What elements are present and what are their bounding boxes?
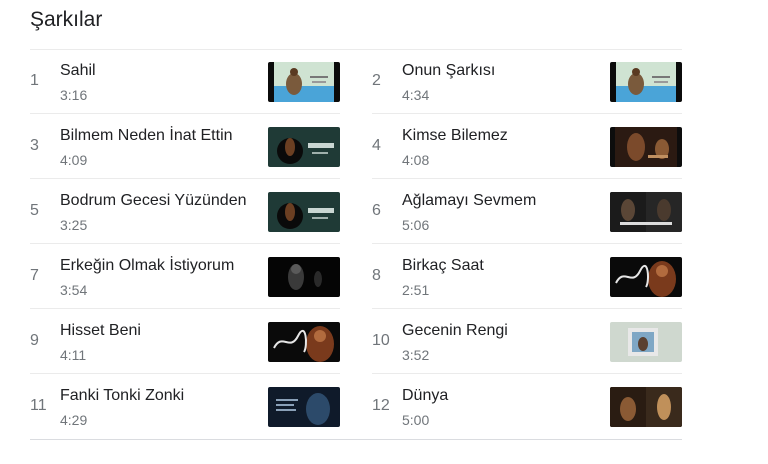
song-number: 2 <box>372 72 381 89</box>
song-duration: 3:25 <box>60 217 88 233</box>
song-thumbnail[interactable] <box>610 127 682 167</box>
song-title: Bilmem Neden İnat Ettin <box>60 127 233 144</box>
song-item[interactable]: 3 Bilmem Neden İnat Ettin 4:09 <box>30 115 340 179</box>
song-number: 7 <box>30 267 39 284</box>
song-number: 9 <box>30 332 39 349</box>
song-title: Fanki Tonki Zonki <box>60 387 185 404</box>
song-thumbnail[interactable] <box>610 387 682 427</box>
song-title: Erkeğin Olmak İstiyorum <box>60 257 235 274</box>
song-thumbnail[interactable] <box>268 257 340 297</box>
song-title: Hisset Beni <box>60 322 141 339</box>
song-thumbnail[interactable] <box>610 322 682 362</box>
song-number: 5 <box>30 202 39 219</box>
song-item[interactable]: 7 Erkeğin Olmak İstiyorum 3:54 <box>30 245 340 309</box>
song-item[interactable]: 8 Birkaç Saat 2:51 <box>372 245 682 309</box>
song-number: 11 <box>30 397 47 414</box>
song-number: 1 <box>30 72 39 89</box>
song-duration: 4:11 <box>60 347 87 363</box>
song-duration: 4:29 <box>60 412 88 428</box>
song-title: Kimse Bilemez <box>402 127 508 144</box>
song-duration: 5:06 <box>402 217 430 233</box>
song-number: 12 <box>372 397 390 414</box>
song-duration: 5:00 <box>402 412 430 428</box>
song-duration: 3:52 <box>402 347 430 363</box>
song-title: Gecenin Rengi <box>402 322 508 339</box>
song-thumbnail[interactable] <box>268 322 340 362</box>
song-number: 3 <box>30 137 39 154</box>
song-item[interactable]: 1 Sahil 3:16 <box>30 50 340 114</box>
song-title: Onun Şarkısı <box>402 62 496 79</box>
song-item[interactable]: 11 Fanki Tonki Zonki 4:29 <box>30 375 340 439</box>
song-duration: 2:51 <box>402 282 430 298</box>
song-title: Sahil <box>60 62 96 79</box>
song-thumbnail[interactable] <box>268 62 340 102</box>
song-title: Ağlamayı Sevmem <box>402 192 537 209</box>
song-item[interactable]: 4 Kimse Bilemez 4:08 <box>372 115 682 179</box>
song-duration: 3:54 <box>60 282 88 298</box>
song-duration: 3:16 <box>60 87 88 103</box>
song-duration: 4:34 <box>402 87 430 103</box>
song-thumbnail[interactable] <box>610 62 682 102</box>
song-number: 4 <box>372 137 381 154</box>
song-thumbnail[interactable] <box>268 192 340 232</box>
song-item[interactable]: 10 Gecenin Rengi 3:52 <box>372 310 682 374</box>
song-duration: 4:08 <box>402 152 430 168</box>
section-title: Şarkılar <box>30 8 103 31</box>
song-thumbnail[interactable] <box>610 192 682 232</box>
song-number: 8 <box>372 267 381 284</box>
bottom-divider <box>30 439 682 440</box>
song-title: Bodrum Gecesi Yüzünden <box>60 192 247 209</box>
song-number: 10 <box>372 332 390 349</box>
song-thumbnail[interactable] <box>610 257 682 297</box>
song-duration: 4:09 <box>60 152 88 168</box>
song-title: Birkaç Saat <box>402 257 484 274</box>
song-item[interactable]: 9 Hisset Beni 4:11 <box>30 310 340 374</box>
song-item[interactable]: 5 Bodrum Gecesi Yüzünden 3:25 <box>30 180 340 244</box>
song-item[interactable]: 12 Dünya 5:00 <box>372 375 682 439</box>
song-item[interactable]: 2 Onun Şarkısı 4:34 <box>372 50 682 114</box>
song-title: Dünya <box>402 387 449 404</box>
song-number: 6 <box>372 202 381 219</box>
song-thumbnail[interactable] <box>268 127 340 167</box>
song-item[interactable]: 6 Ağlamayı Sevmem 5:06 <box>372 180 682 244</box>
song-thumbnail[interactable] <box>268 387 340 427</box>
